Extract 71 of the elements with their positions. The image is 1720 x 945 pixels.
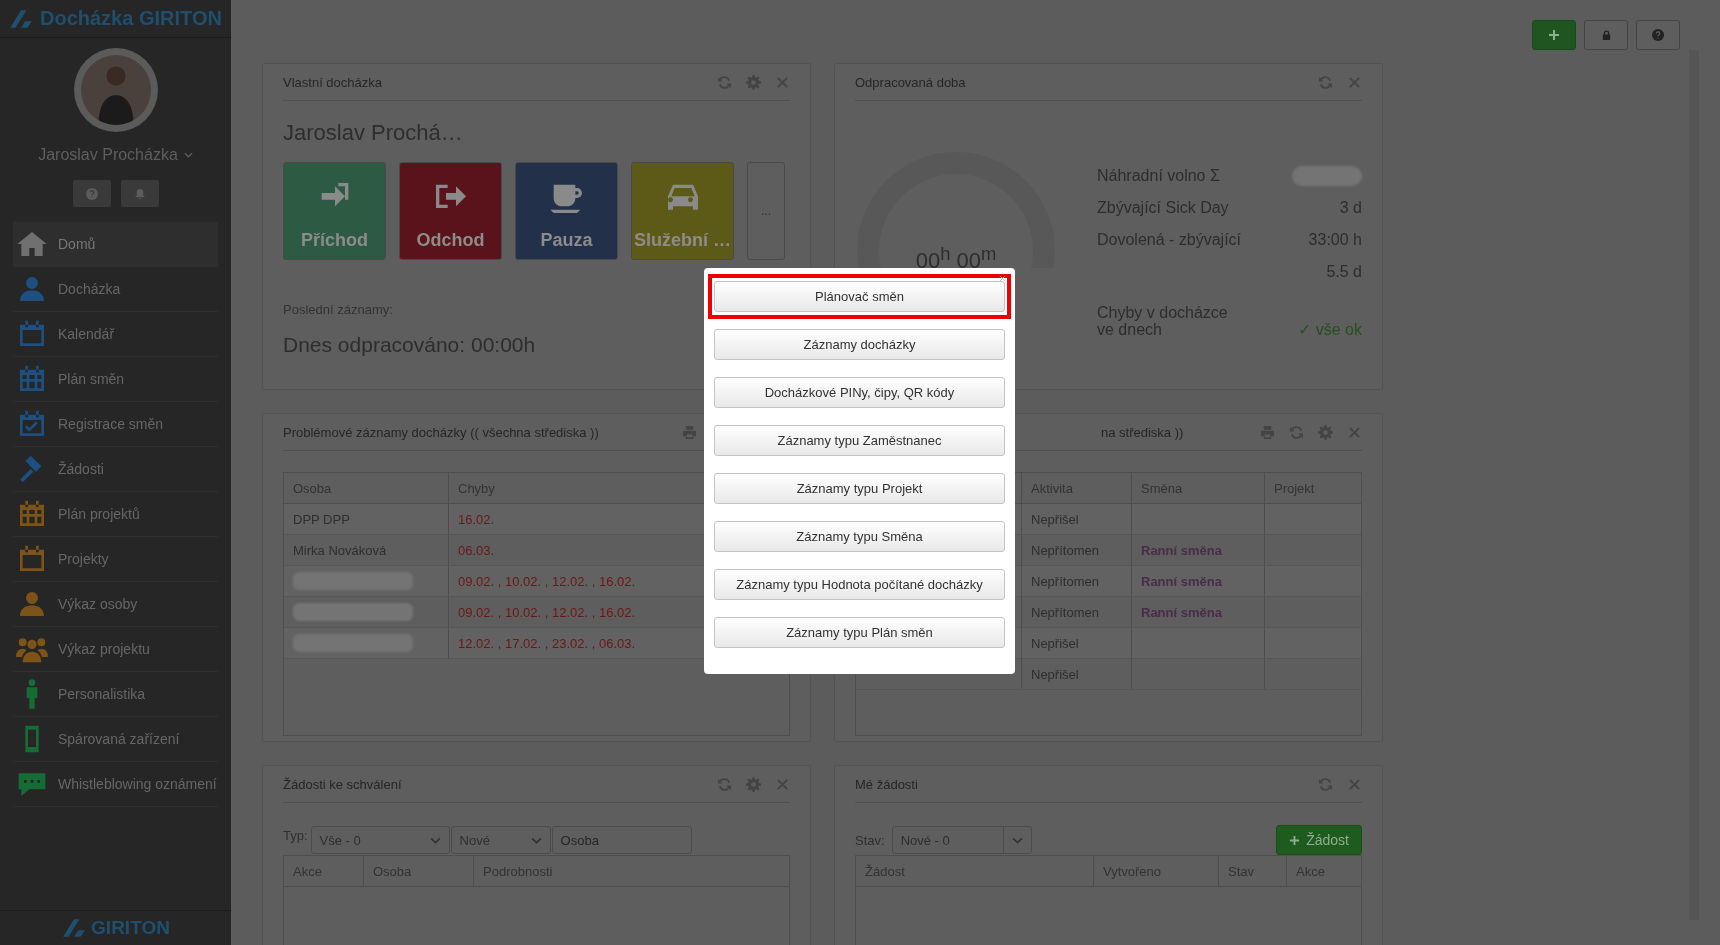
table-cell: 06.03. bbox=[458, 542, 495, 558]
table-cell: 12.02. , 17.02. , 23.02. , 06.03. bbox=[458, 635, 636, 651]
refresh-icon[interactable] bbox=[1318, 776, 1333, 792]
dialog-option-button[interactable]: Záznamy typu Hodnota počítané docházky bbox=[714, 569, 1005, 600]
panel-title: Odpracovaná doba bbox=[855, 74, 966, 90]
avatar-silhouette-icon bbox=[80, 55, 151, 125]
refresh-icon[interactable] bbox=[717, 776, 732, 792]
settings-icon[interactable] bbox=[746, 776, 761, 792]
refresh-icon[interactable] bbox=[1289, 424, 1304, 440]
panel-title: Žádosti ke schválení bbox=[283, 776, 402, 792]
refresh-icon[interactable] bbox=[1318, 74, 1333, 90]
dialog-option-button[interactable]: Záznamy docházky bbox=[714, 329, 1005, 360]
help-button[interactable] bbox=[1636, 20, 1680, 50]
lock-icon bbox=[1600, 29, 1612, 41]
menu-item[interactable]: Žádosti bbox=[13, 447, 218, 492]
refresh-icon[interactable] bbox=[717, 74, 732, 90]
attendance-action-button[interactable]: Služební … bbox=[631, 162, 734, 260]
plus-icon bbox=[1289, 834, 1301, 846]
panel-title: Problémové záznamy docházky (( všechna střediska )) bbox=[283, 424, 599, 440]
logo-icon bbox=[8, 7, 34, 30]
menu-item[interactable]: Personalistika bbox=[13, 672, 218, 717]
print-icon[interactable] bbox=[682, 424, 697, 440]
lock-button[interactable] bbox=[1584, 20, 1628, 50]
chevron-icon bbox=[183, 152, 193, 158]
print-icon[interactable] bbox=[1260, 424, 1275, 440]
menu-item[interactable]: Projekty bbox=[13, 537, 218, 582]
menu-item[interactable]: Whistleblowing oznámení bbox=[13, 762, 218, 807]
panel-title: Mé žádosti bbox=[855, 776, 918, 792]
menu-item[interactable]: Výkaz osoby bbox=[13, 582, 218, 627]
settings-icon[interactable] bbox=[1318, 424, 1333, 440]
attendance-action-button[interactable]: Příchod bbox=[283, 162, 386, 260]
chevron-icon bbox=[1011, 836, 1023, 844]
more-button[interactable]: ... bbox=[747, 162, 785, 260]
menu-item[interactable]: Plán směn bbox=[13, 357, 218, 402]
help-button[interactable] bbox=[72, 180, 111, 207]
dialog-option-button[interactable]: Záznamy typu Plán směn bbox=[714, 617, 1005, 648]
user-menu[interactable]: Jaroslav Procházka bbox=[38, 146, 193, 164]
dialog-option-button[interactable]: Záznamy typu Směna bbox=[714, 521, 1005, 552]
menu-item[interactable]: Docházka bbox=[13, 267, 218, 312]
dialog-option-button[interactable]: Záznamy typu Projekt bbox=[714, 473, 1005, 504]
menu-item[interactable]: Spárovaná zařízení bbox=[13, 717, 218, 762]
dialog-option-button[interactable]: Záznamy typu Zaměstnanec bbox=[714, 425, 1005, 456]
chevron-icon bbox=[429, 836, 441, 844]
bell-icon bbox=[133, 187, 146, 200]
dialog-option-button[interactable]: Plánovač směn bbox=[714, 281, 1005, 312]
chevron-icon bbox=[530, 836, 542, 844]
menu-item[interactable]: Kalendář bbox=[13, 312, 218, 357]
settings-icon[interactable] bbox=[746, 74, 761, 90]
attendance-action-button[interactable]: Pauza bbox=[515, 162, 618, 260]
logo-icon bbox=[61, 917, 88, 939]
menu-item[interactable]: Plán projektů bbox=[13, 492, 218, 537]
panel-title: Vlastní docházka bbox=[283, 74, 382, 90]
menu-item[interactable]: Výkaz projektu bbox=[13, 627, 218, 672]
table-cell: 09.02. , 10.02. , 12.02. , 16.02. bbox=[458, 573, 636, 589]
status-value: ✓ vše ok bbox=[1298, 319, 1362, 339]
help-icon bbox=[85, 187, 98, 200]
help-icon bbox=[1652, 29, 1664, 41]
dialog-option-button[interactable]: Docházkové PINy, čipy, QR kódy bbox=[714, 377, 1005, 408]
notifications-button[interactable] bbox=[120, 180, 159, 207]
table-cell: 09.02. , 10.02. , 12.02. , 16.02. bbox=[458, 604, 636, 620]
new-request-button[interactable]: Žádost bbox=[1276, 825, 1362, 855]
add-button[interactable] bbox=[1532, 20, 1576, 50]
footer-logo: GIRITON bbox=[91, 917, 170, 939]
app-logo[interactable]: Docházka GIRITON bbox=[40, 7, 222, 30]
attendance-action-button[interactable]: Odchod bbox=[399, 162, 502, 260]
panel-title: na střediska )) bbox=[1101, 424, 1184, 440]
person-field[interactable]: Osoba bbox=[551, 826, 692, 854]
plus-icon bbox=[1548, 29, 1560, 41]
table-cell: 16.02. bbox=[458, 511, 495, 527]
menu-item[interactable]: Domů bbox=[13, 222, 218, 267]
menu-item[interactable]: Registrace směn bbox=[13, 402, 218, 447]
